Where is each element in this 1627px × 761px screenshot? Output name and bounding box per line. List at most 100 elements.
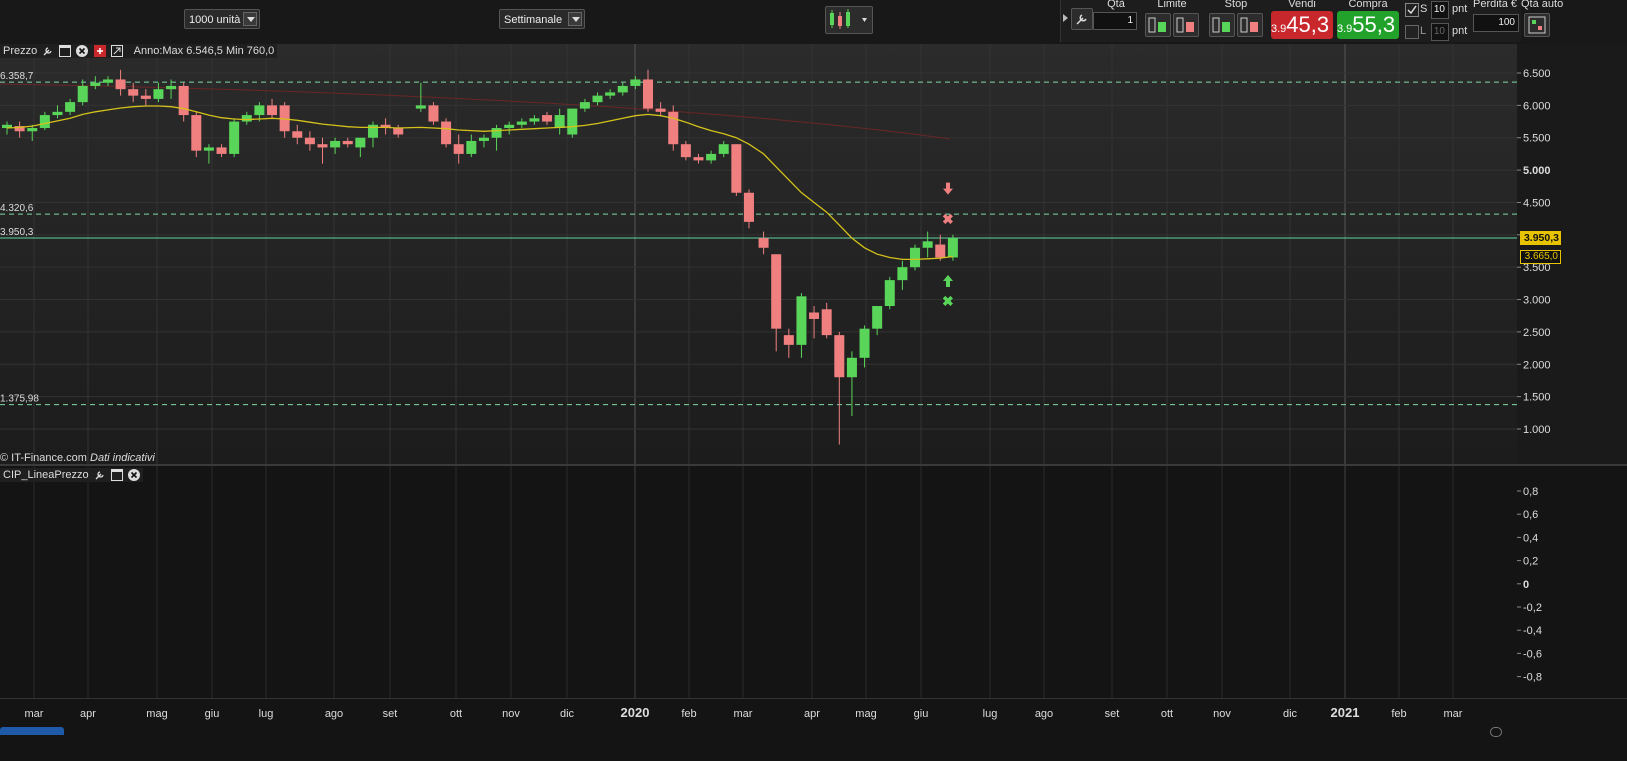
candle-body [330,140,341,148]
candle-body [216,147,227,154]
export-icon[interactable] [110,45,123,58]
candle-body [254,105,265,116]
y-tick-label: 5.500 [1523,133,1551,145]
y-tick-label: -0,4 [1523,625,1542,637]
candle-body [428,105,439,122]
stop-sell-button[interactable] [1237,13,1263,37]
candle-body [592,95,603,103]
candle-body [846,357,857,378]
candle-body [821,309,832,336]
candle-body [758,238,769,248]
s-points-input[interactable]: 10 [1431,1,1449,19]
candle-body [393,128,404,135]
x-tick-label: mag [855,708,876,720]
buy-label: Compra [1348,0,1388,10]
price-pane-header: Prezzo Anno:Max 6.546,5 Min 760,0 [0,44,278,58]
price-y-axis[interactable]: 6.5006.0005.5005.0004.5004.0003.5003.000… [1517,44,1627,464]
price-pane-title: Prezzo [3,45,38,57]
buy-button[interactable]: 3.955,3 [1337,11,1399,39]
candle-body [90,82,101,86]
wrench-icon[interactable] [94,469,106,481]
y-tick-label: 0,8 [1523,486,1538,498]
candle-body [693,157,704,161]
indicator-y-axis-ticks: 0,8 0,6 0,4 0,2 0 -0,2 -0,4 -0,6 -0,8 [1517,486,1542,684]
x-tick-label: mag [146,708,167,720]
limit-buy-button[interactable] [1145,13,1171,37]
copyright-text: © IT-Finance.com [0,452,87,464]
x-tick-label: ott [450,708,462,720]
candle-body [897,267,908,281]
x-tick-label: apr [804,708,820,720]
wrench-icon[interactable] [1071,8,1093,30]
maximize-icon[interactable] [110,469,123,482]
period-select[interactable]: Settimanale [499,9,585,29]
limit-checkbox[interactable] [1405,25,1419,39]
y-tick-label: 0,4 [1523,532,1538,544]
candle-body [567,108,578,135]
candle-body [809,312,820,319]
candle-body [317,144,328,148]
candle-body [731,144,742,193]
candle-body [947,238,958,258]
x-tick-label: apr [80,708,96,720]
candle-body [872,306,883,329]
x-tick-label: giu [205,708,220,720]
candle-body [859,328,870,358]
time-x-axis[interactable]: mar apr mag giu lug ago set ott nov dic 2020 feb mar… [0,698,1627,727]
quantity-select-value: 1000 unità [189,14,241,26]
candle-body [367,124,378,138]
candle-body [267,105,278,116]
expand-arrow-icon[interactable] [1063,14,1068,22]
close-icon[interactable] [127,469,140,482]
price-pane[interactable]: 6.358,7 4.320,6 3.950,3 1.375,98 ✖ ✖ Prezzo A… [0,44,1517,464]
candle-body [27,128,38,132]
stop-buy-button[interactable] [1209,13,1235,37]
y-tick-label: 6.000 [1523,100,1551,112]
sell-label: Vendi [1288,0,1316,10]
limit-order-icon [1148,17,1166,33]
chart-type-button[interactable] [825,6,873,34]
candle-body [655,108,666,112]
candle-body [491,128,502,138]
moving-average-line [6,105,953,261]
year-range-annotation: Anno:Max 6.546,5 Min 760,0 [133,45,275,57]
qty-label: Qtà [1107,0,1125,10]
quantity-select[interactable]: 1000 unità [184,9,260,29]
sell-arrow-icon [943,182,953,195]
candle-body [516,121,527,125]
candle-body [453,144,464,154]
candle-body [229,121,240,154]
status-tab[interactable] [0,727,64,735]
top-toolbar: 1000 unità Settimanale Qtà 1 Limite Stop… [0,0,1627,45]
price-chart: 6.358,7 4.320,6 3.950,3 1.375,98 ✖ ✖ [0,44,1517,464]
x-tick-label: mar [25,708,44,720]
loss-input[interactable]: 100 [1473,14,1519,32]
candle-body [771,254,782,329]
qty-input[interactable]: 1 [1093,12,1137,30]
y-tick-label: -0,8 [1523,672,1542,684]
auto-qty-button[interactable] [1524,13,1550,37]
candle-body [241,115,252,122]
candle-body [342,140,353,145]
x-tick-label: lug [259,708,274,720]
moving-average-tag: 3.665,0 [1520,249,1561,264]
wrench-icon[interactable] [42,45,54,57]
sell-button[interactable]: 3.945,3 [1271,11,1333,39]
candle-body [743,192,754,222]
close-icon[interactable] [76,45,89,58]
alert-icon[interactable] [93,45,106,58]
indicator-pane[interactable]: CIP_LineaPrezzo [0,466,1517,698]
indicator-y-axis[interactable]: 0,8 0,6 0,4 0,2 0 -0,2 -0,4 -0,6 -0,8 [1517,466,1627,698]
limit-sell-button[interactable] [1173,13,1199,37]
candle-body [796,296,807,345]
stop-loss-checkbox[interactable] [1405,3,1419,17]
l-points-input[interactable]: 10 [1431,23,1449,41]
maximize-icon[interactable] [59,45,72,58]
sell-price-prefix: 3.9 [1271,23,1287,35]
price-level-label: 3.950,3 [0,227,34,238]
loss-label: Perdita € [1473,0,1518,10]
indicator-chart [33,466,1454,698]
buy-price: 55,3 [1352,12,1396,37]
x-tick-label: set [1105,708,1120,720]
candle-body [65,102,76,112]
